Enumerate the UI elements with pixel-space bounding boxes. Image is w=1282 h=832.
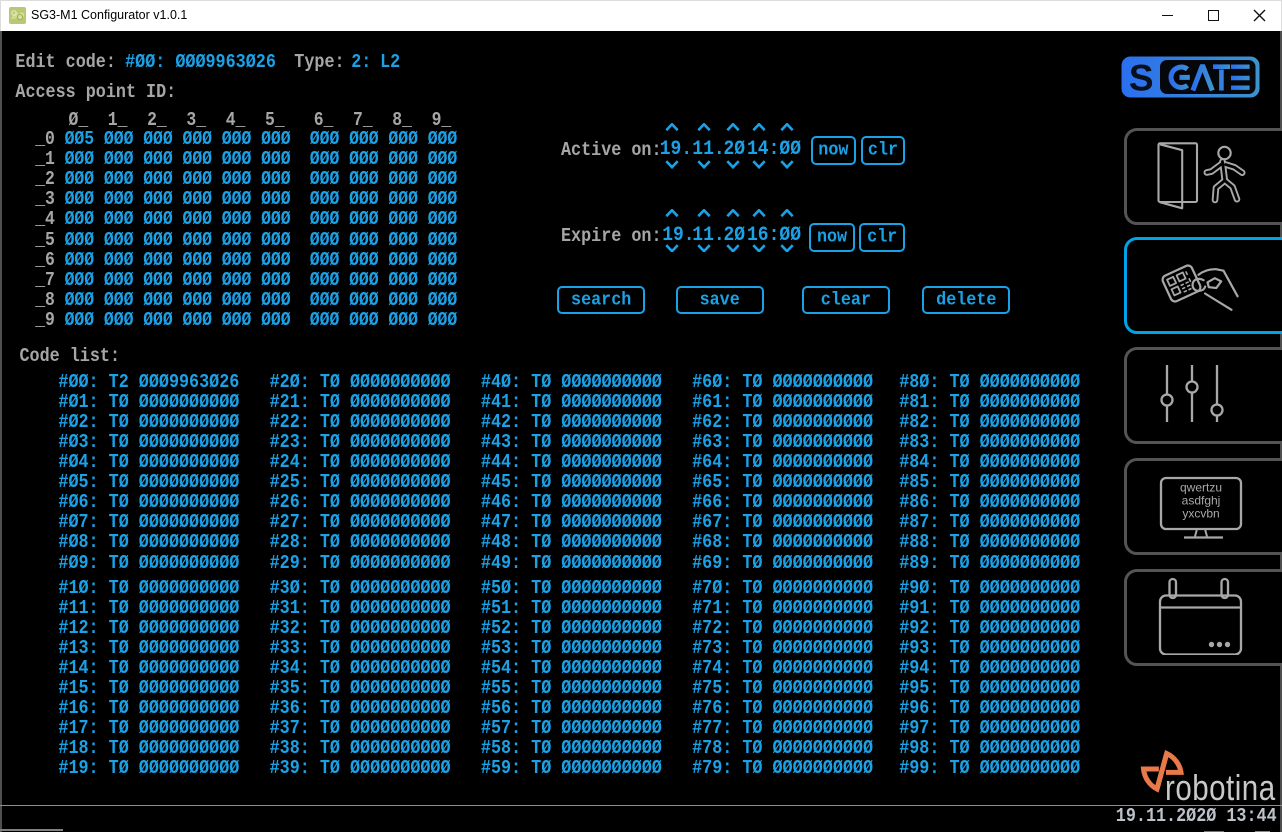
svg-text:qwertzu: qwertzu <box>1180 481 1222 495</box>
svg-text:asdfghj: asdfghj <box>1182 494 1221 508</box>
svg-text:S: S <box>1129 57 1154 98</box>
svg-text:yxcvbn: yxcvbn <box>1182 507 1219 521</box>
